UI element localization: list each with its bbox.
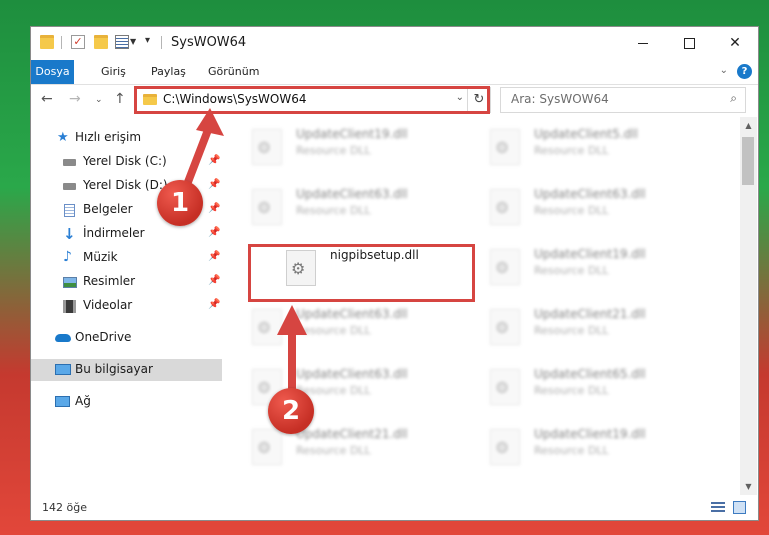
annotation-arrows (184, 108, 307, 396)
arrow-to-file (277, 305, 307, 396)
callout-1: 1 (157, 180, 203, 226)
arrow-to-address (184, 108, 224, 186)
callout-2: 2 (268, 388, 314, 434)
